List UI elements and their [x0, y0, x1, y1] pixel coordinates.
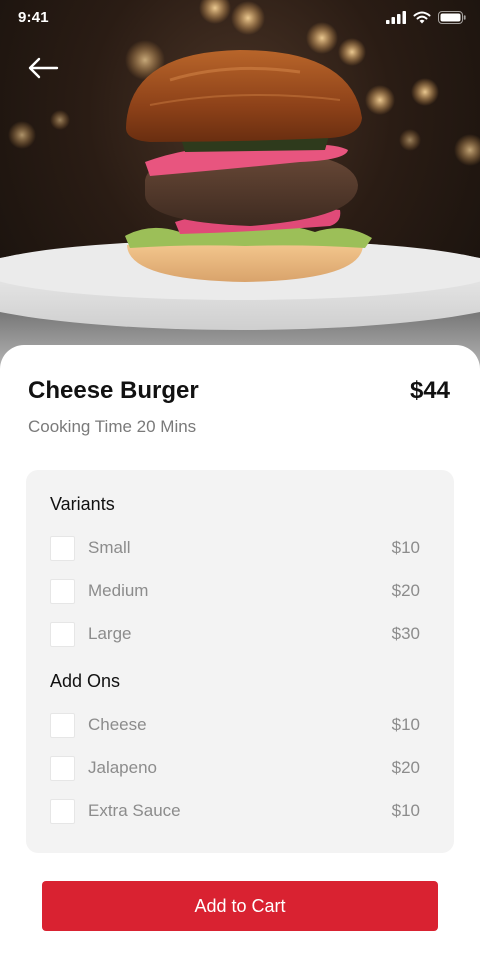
burger-photo: [0, 0, 480, 372]
option-label: Jalapeno: [88, 758, 158, 777]
back-button[interactable]: [24, 54, 62, 82]
option-label: Medium: [88, 581, 149, 600]
option-price: $30: [391, 624, 420, 643]
status-bar: 9:41: [0, 0, 480, 34]
option-price: $20: [391, 581, 420, 600]
checkbox[interactable]: [50, 535, 75, 561]
option-price: $10: [391, 801, 420, 820]
addon-option[interactable]: Cheese $10: [50, 712, 420, 738]
option-price: $10: [391, 538, 420, 557]
checkbox[interactable]: [50, 621, 75, 647]
cooking-time: Cooking Time 20 Mins: [28, 417, 197, 436]
back-arrow-icon: [28, 57, 59, 79]
hero-image: [0, 0, 480, 372]
addon-option[interactable]: Jalapeno $20: [50, 755, 420, 781]
checkbox[interactable]: [50, 578, 75, 604]
addons-title: Add Ons: [50, 671, 121, 691]
option-price: $10: [391, 715, 420, 734]
option-label: Large: [88, 624, 132, 643]
addon-option[interactable]: Extra Sauce $10: [50, 798, 420, 824]
checkbox[interactable]: [50, 712, 75, 738]
title-row: Cheese Burger $44: [28, 377, 450, 405]
variants-title: Variants: [50, 494, 115, 514]
options-card: Variants Small $10 Medium $20 Large $30 …: [26, 470, 454, 853]
checkbox[interactable]: [50, 798, 75, 824]
status-time: 9:41: [18, 8, 49, 26]
variant-option[interactable]: Medium $20: [50, 578, 420, 604]
product-detail-sheet: Cheese Burger $44 Cooking Time 20 Mins V…: [0, 345, 480, 960]
signal-icon: [386, 10, 406, 24]
option-label: Cheese: [88, 715, 147, 734]
option-price: $20: [391, 758, 420, 777]
add-to-cart-button[interactable]: Add to Cart: [42, 881, 438, 931]
checkbox[interactable]: [50, 755, 75, 781]
option-label: Small: [88, 538, 131, 557]
dish-name: Cheese Burger: [28, 377, 199, 404]
wifi-icon: [413, 11, 431, 23]
dish-price: $44: [409, 377, 450, 404]
status-icons: [386, 10, 466, 24]
option-label: Extra Sauce: [88, 801, 181, 820]
variant-option[interactable]: Small $10: [50, 535, 420, 561]
battery-icon: [438, 10, 466, 24]
variant-option[interactable]: Large $30: [50, 621, 420, 647]
